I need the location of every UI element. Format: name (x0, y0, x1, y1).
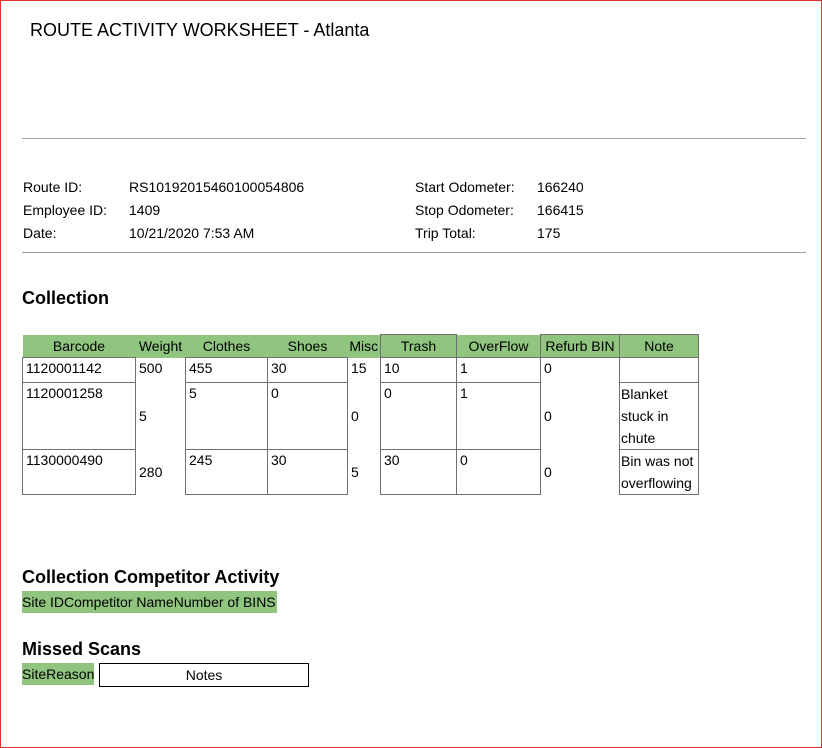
cell-barcode: 1120001142 (22, 357, 136, 383)
col-note: Note (619, 334, 699, 358)
cell-barcode: 1120001258 (22, 382, 136, 450)
cell-trash: 0 (380, 382, 457, 450)
cell-trash: 10 (380, 357, 457, 383)
cell-clothes: 245 (185, 449, 268, 495)
stop-odometer-label: Stop Odometer: (415, 202, 514, 218)
route-id-value: RS10192015460100054806 (129, 179, 305, 195)
competitor-header-bar: Site IDCompetitor NameNumber of BINS (22, 591, 277, 613)
cell-weight: 500 (139, 359, 163, 376)
col-weight: Weight (135, 334, 186, 358)
cell-weight: 280 (139, 464, 163, 480)
route-info-right: Start Odometer: 166240 Stop Odometer: 1664… (415, 176, 584, 245)
missed-scans-header-bar: SiteReason (22, 663, 95, 685)
col-number-of-bins: Number of BINS (173, 594, 276, 610)
cell-overflow: 0 (456, 449, 541, 495)
col-trash: Trash (380, 334, 457, 358)
cell-refurb: 0 (544, 360, 552, 376)
route-info-left: Route ID: RS10192015460100054806 Employee… (23, 176, 304, 245)
col-shoes: Shoes (267, 334, 348, 358)
collection-header-row: Barcode Weight Clothes Shoes Misc Trash … (22, 334, 699, 358)
col-competitor-name: Competitor Name (64, 594, 174, 610)
missed-scans-heading: Missed Scans (22, 639, 142, 659)
col-overflow: OverFlow (456, 334, 541, 358)
collection-heading: Collection (22, 288, 110, 308)
cell-note: Blanket stuck in chute (619, 382, 699, 450)
divider-info (22, 252, 806, 253)
cell-misc: 15 (351, 359, 367, 376)
cell-misc: 0 (351, 408, 359, 424)
page-title: ROUTE ACTIVITY WORKSHEET - Atlanta (30, 20, 370, 40)
col-barcode: Barcode (22, 334, 136, 358)
route-id-label: Route ID: (23, 179, 83, 195)
competitor-heading: Collection Competitor Activity (22, 567, 280, 587)
date-value: 10/21/2020 7:53 AM (129, 225, 255, 241)
cell-barcode: 1130000490 (22, 449, 136, 495)
collection-table: Barcode Weight Clothes Shoes Misc Trash … (22, 334, 699, 495)
cell-trash: 30 (380, 449, 457, 495)
cell-clothes: 5 (185, 382, 268, 450)
employee-id-label: Employee ID: (23, 202, 108, 218)
cell-clothes: 455 (185, 357, 268, 383)
cell-shoes: 0 (267, 382, 348, 450)
cell-shoes: 30 (267, 357, 348, 383)
table-row: 1120001142 500 455 30 15 10 1 0 (22, 357, 699, 383)
col-refurb-bin: Refurb BIN (540, 334, 620, 358)
col-reason: Reason (46, 666, 95, 682)
date-label: Date: (23, 225, 57, 241)
cell-note (619, 357, 699, 383)
col-site-id: Site ID (22, 594, 65, 610)
cell-refurb: 0 (544, 408, 552, 424)
cell-note: Bin was not overflowing (619, 449, 699, 495)
trip-total-value: 175 (537, 225, 561, 241)
cell-weight: 5 (139, 408, 147, 424)
start-odometer-label: Start Odometer: (415, 179, 515, 195)
cell-shoes: 30 (267, 449, 348, 495)
divider-top (22, 138, 806, 139)
col-notes: Notes (99, 663, 309, 687)
table-row: 1120001258 5 5 0 0 0 1 0 Blanket stuck i… (22, 382, 699, 450)
table-row: 1130000490 280 245 30 5 30 0 0 Bin was n… (22, 449, 699, 495)
col-clothes: Clothes (185, 334, 268, 358)
cell-overflow: 1 (456, 357, 541, 383)
stop-odometer-value: 166415 (537, 202, 584, 218)
cell-refurb: 0 (544, 464, 552, 480)
col-site: Site (22, 666, 47, 682)
col-misc: Misc (347, 334, 381, 358)
cell-misc: 5 (351, 464, 359, 480)
start-odometer-value: 166240 (537, 179, 584, 195)
employee-id-value: 1409 (129, 202, 161, 218)
trip-total-label: Trip Total: (415, 225, 476, 241)
cell-overflow: 1 (456, 382, 541, 450)
